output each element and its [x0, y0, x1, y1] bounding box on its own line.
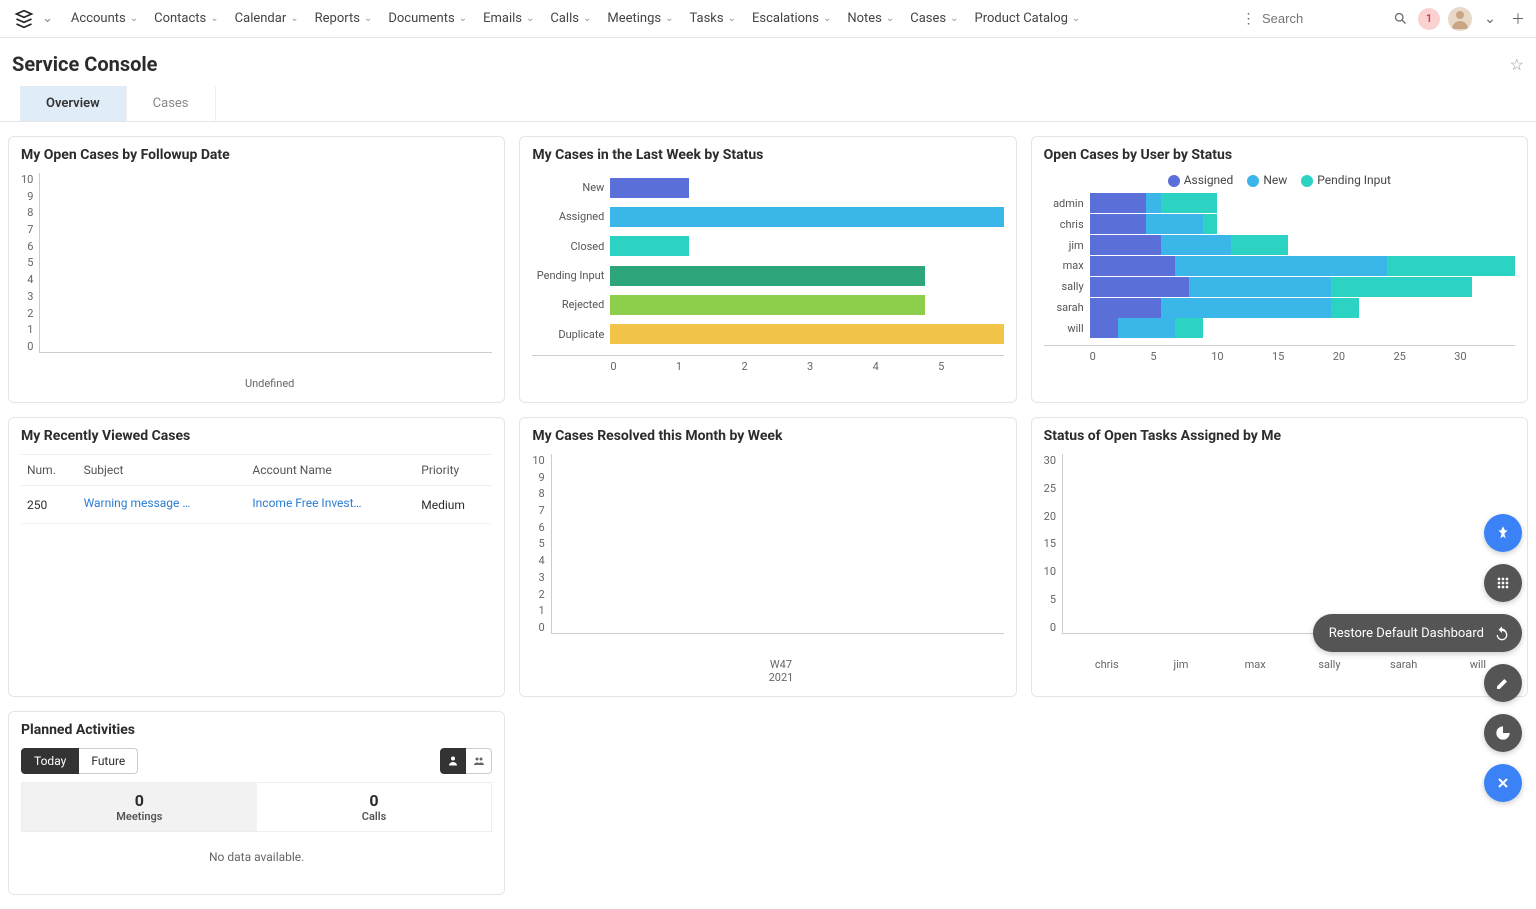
main-nav: Accounts⌄Contacts⌄Calendar⌄Reports⌄Docum… — [65, 5, 1234, 32]
chart-w5: 109876543210W472021 — [532, 454, 1003, 684]
page-header: Service Console ☆ — [0, 38, 1536, 86]
chevron-down-icon: ⌄ — [130, 13, 138, 24]
page-title: Service Console — [12, 52, 1510, 76]
nav-notes[interactable]: Notes⌄ — [841, 5, 900, 32]
tab-bar: OverviewCases — [0, 86, 1536, 122]
widget-title: Planned Activities — [21, 722, 492, 738]
nav-calendar[interactable]: Calendar⌄ — [229, 5, 305, 32]
nav-emails[interactable]: Emails⌄ — [477, 5, 540, 32]
chevron-down-icon: ⌄ — [665, 13, 673, 24]
fab-restore-label: Restore Default Dashboard — [1329, 626, 1484, 641]
activity-filter-row: Today Future — [21, 748, 492, 774]
restore-icon — [1494, 625, 1510, 641]
chevron-down-icon: ⌄ — [459, 13, 467, 24]
favorite-icon[interactable]: ☆ — [1510, 55, 1524, 74]
fab-grid[interactable] — [1484, 564, 1522, 602]
nav-escalations[interactable]: Escalations⌄ — [746, 5, 837, 32]
fab-pin[interactable] — [1484, 514, 1522, 552]
filter-team-icon[interactable] — [466, 748, 492, 774]
widget-title: Open Cases by User by Status — [1044, 147, 1515, 163]
widget-open-cases-followup: My Open Cases by Followup Date 109876543… — [8, 136, 505, 403]
nav-documents[interactable]: Documents⌄ — [382, 5, 473, 32]
toggle-today[interactable]: Today — [21, 748, 79, 774]
more-nav-icon[interactable]: ⋮ — [1238, 9, 1258, 29]
chevron-down-icon: ⌄ — [1072, 13, 1080, 24]
nav-reports[interactable]: Reports⌄ — [309, 5, 379, 32]
topbar-right: 1 ⌄ ＋ — [1262, 7, 1528, 31]
fab-column: Restore Default Dashboard — [1313, 514, 1522, 802]
table-row[interactable]: 250Warning message w...Income Free Inves… — [21, 486, 492, 524]
no-data-text: No data available. — [21, 832, 492, 882]
nav-contacts[interactable]: Contacts⌄ — [148, 5, 225, 32]
widget-cases-last-week-status: My Cases in the Last Week by Status NewA… — [519, 136, 1016, 403]
widget-title: My Cases in the Last Week by Status — [532, 147, 1003, 163]
table-header: Account Name — [246, 455, 415, 486]
widget-title: My Recently Viewed Cases — [21, 428, 492, 444]
counter-meetings[interactable]: 0Meetings — [22, 783, 257, 831]
notification-badge[interactable]: 1 — [1418, 8, 1440, 30]
account-link[interactable]: Income Free Investi... — [252, 496, 362, 510]
chevron-down-icon: ⌄ — [583, 13, 591, 24]
dashboard-grid: My Open Cases by Followup Date 109876543… — [0, 122, 1536, 909]
widget-recently-viewed-cases: My Recently Viewed Cases Num.SubjectAcco… — [8, 417, 505, 697]
fab-edit[interactable] — [1484, 664, 1522, 702]
widget-title: My Open Cases by Followup Date — [21, 147, 492, 163]
table-header: Priority — [415, 455, 492, 486]
chevron-down-icon: ⌄ — [526, 13, 534, 24]
app-logo[interactable] — [12, 7, 36, 31]
nav-accounts[interactable]: Accounts⌄ — [65, 5, 144, 32]
user-chevron-icon[interactable]: ⌄ — [1480, 9, 1500, 29]
search-icon[interactable] — [1390, 9, 1410, 29]
filter-my-icon[interactable] — [440, 748, 466, 774]
counter-calls[interactable]: 0Calls — [257, 783, 492, 831]
subject-link[interactable]: Warning message w... — [84, 496, 194, 510]
chevron-down-icon: ⌄ — [364, 13, 372, 24]
widget-title: My Cases Resolved this Month by Week — [532, 428, 1003, 444]
chevron-down-icon: ⌄ — [210, 13, 218, 24]
chevron-down-icon: ⌄ — [290, 13, 298, 24]
recent-cases-table: Num.SubjectAccount NamePriority 250Warni… — [21, 454, 492, 524]
table-header: Subject — [78, 455, 247, 486]
fab-chart[interactable] — [1484, 714, 1522, 752]
chart-w2: NewAssignedClosedPending InputRejectedDu… — [532, 173, 1003, 373]
app-menu-chevron-icon[interactable]: ⌄ — [42, 11, 53, 26]
widget-cases-resolved-month: My Cases Resolved this Month by Week 109… — [519, 417, 1016, 697]
widget-planned-activities: Planned Activities Today Future 0Meeting… — [8, 711, 505, 895]
toggle-future[interactable]: Future — [79, 748, 138, 774]
chevron-down-icon: ⌄ — [823, 13, 831, 24]
topbar: ⌄ Accounts⌄Contacts⌄Calendar⌄Reports⌄Doc… — [0, 0, 1536, 38]
widget-title: Status of Open Tasks Assigned by Me — [1044, 428, 1515, 444]
chevron-down-icon: ⌄ — [886, 13, 894, 24]
fab-close[interactable] — [1484, 764, 1522, 802]
table-header: Num. — [21, 455, 78, 486]
activity-counters: 0Meetings0Calls — [21, 782, 492, 832]
chart-w1: 109876543210Undefined — [21, 173, 492, 390]
tab-cases[interactable]: Cases — [127, 86, 216, 121]
nav-product-catalog[interactable]: Product Catalog⌄ — [969, 5, 1087, 32]
add-icon[interactable]: ＋ — [1508, 9, 1528, 29]
fab-restore-dashboard[interactable]: Restore Default Dashboard — [1313, 614, 1522, 652]
nav-tasks[interactable]: Tasks⌄ — [683, 5, 742, 32]
nav-meetings[interactable]: Meetings⌄ — [601, 5, 679, 32]
chevron-down-icon: ⌄ — [728, 13, 736, 24]
avatar[interactable] — [1448, 7, 1472, 31]
nav-calls[interactable]: Calls⌄ — [544, 5, 597, 32]
chevron-down-icon: ⌄ — [950, 13, 958, 24]
search-input[interactable] — [1262, 11, 1382, 26]
chart-w3: AssignedNewPending Inputadminchrisjimmax… — [1044, 173, 1515, 363]
widget-open-cases-user-status: Open Cases by User by Status AssignedNew… — [1031, 136, 1528, 403]
nav-cases[interactable]: Cases⌄ — [904, 5, 964, 32]
tab-overview[interactable]: Overview — [20, 86, 127, 121]
